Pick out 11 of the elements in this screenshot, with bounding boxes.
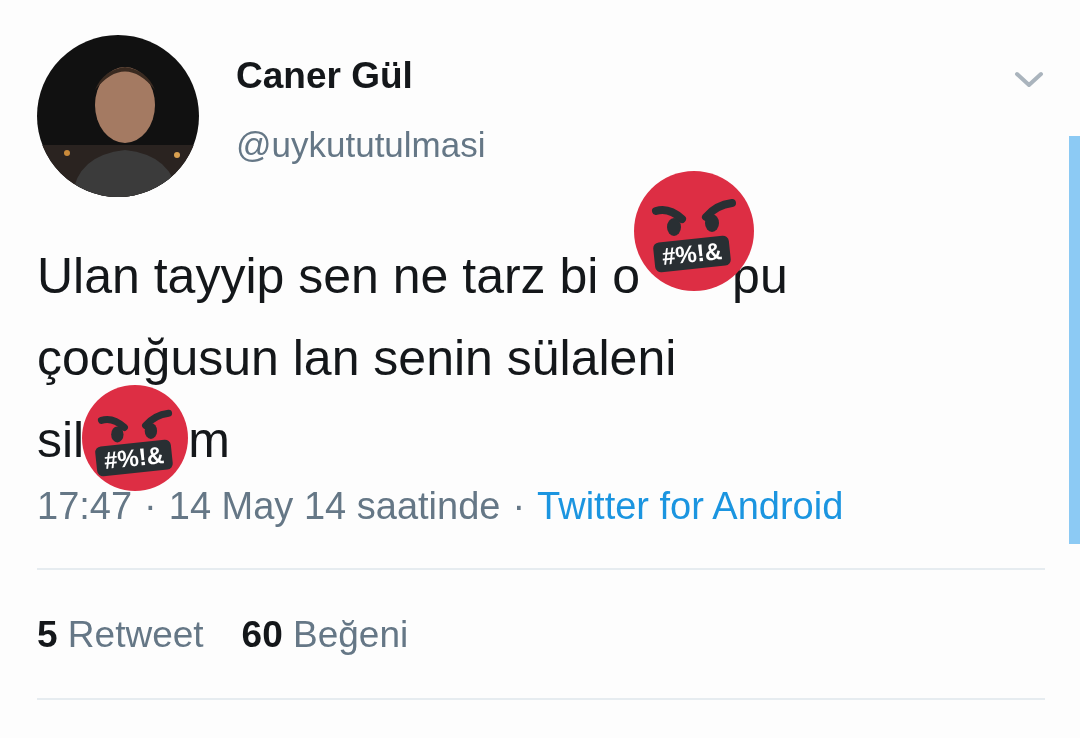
angry-face-sticker: #%!&: [82, 385, 189, 491]
scrollbar[interactable]: [1069, 136, 1080, 544]
author-name[interactable]: Caner Gül: [236, 55, 413, 97]
tweet-text: m: [188, 411, 230, 470]
chevron-down-icon[interactable]: [1014, 71, 1044, 89]
separator-dot: ·: [512, 485, 526, 528]
tweet-text: sil: [37, 411, 85, 470]
stat-count[interactable]: 60 Beğeni: [241, 614, 409, 656]
stat-count[interactable]: 5 Retweet: [37, 614, 204, 656]
author-handle[interactable]: @uykututulmasi: [236, 125, 486, 165]
tweet-text: çocuğusun lan senin sülaleni: [37, 329, 677, 388]
